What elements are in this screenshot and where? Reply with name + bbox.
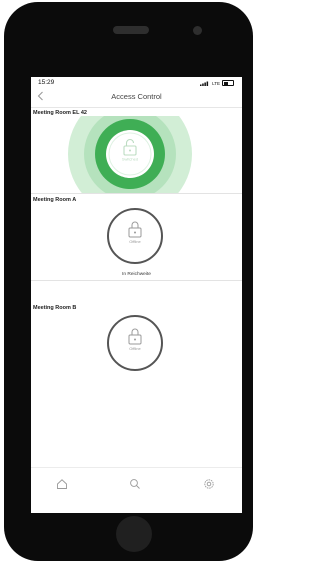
phone-speaker — [113, 26, 149, 34]
tab-bar — [31, 467, 242, 513]
lock-status-graphic: Offline — [107, 208, 163, 264]
status-icons: LTE — [200, 80, 234, 86]
status-time: 15:29 — [38, 79, 55, 86]
search-icon[interactable] — [129, 478, 141, 490]
room-card-b[interactable]: Meeting Room B Offline — [31, 303, 242, 393]
phone-frame: 15:29 LTE Access Control Meeting Room EL… — [4, 2, 253, 561]
lock-status-graphic: Switched — [68, 116, 192, 194]
phone-camera — [193, 26, 202, 35]
room-card-el42[interactable]: Meeting Room EL 42 Switched — [31, 108, 242, 194]
app-screen: 15:29 LTE Access Control Meeting Room EL… — [31, 77, 242, 513]
range-status: In Reichweite — [122, 272, 151, 277]
signal-icon — [200, 81, 209, 86]
network-label: LTE — [212, 80, 220, 86]
room-card-a[interactable]: Meeting Room A Offline In Reichweite — [31, 195, 242, 298]
lock-status-graphic: Offline — [107, 315, 163, 371]
settings-icon[interactable] — [203, 478, 215, 490]
divider — [31, 193, 242, 194]
home-button[interactable] — [116, 516, 152, 552]
lock-state-label: Switched — [122, 157, 138, 162]
lock-state-label: Offline — [129, 239, 141, 244]
battery-icon — [222, 80, 234, 86]
nav-bar: Access Control — [31, 87, 242, 108]
page-title: Access Control — [111, 92, 162, 101]
lock-state-label: Offline — [129, 346, 141, 351]
divider — [31, 280, 242, 281]
home-icon[interactable] — [56, 478, 68, 490]
